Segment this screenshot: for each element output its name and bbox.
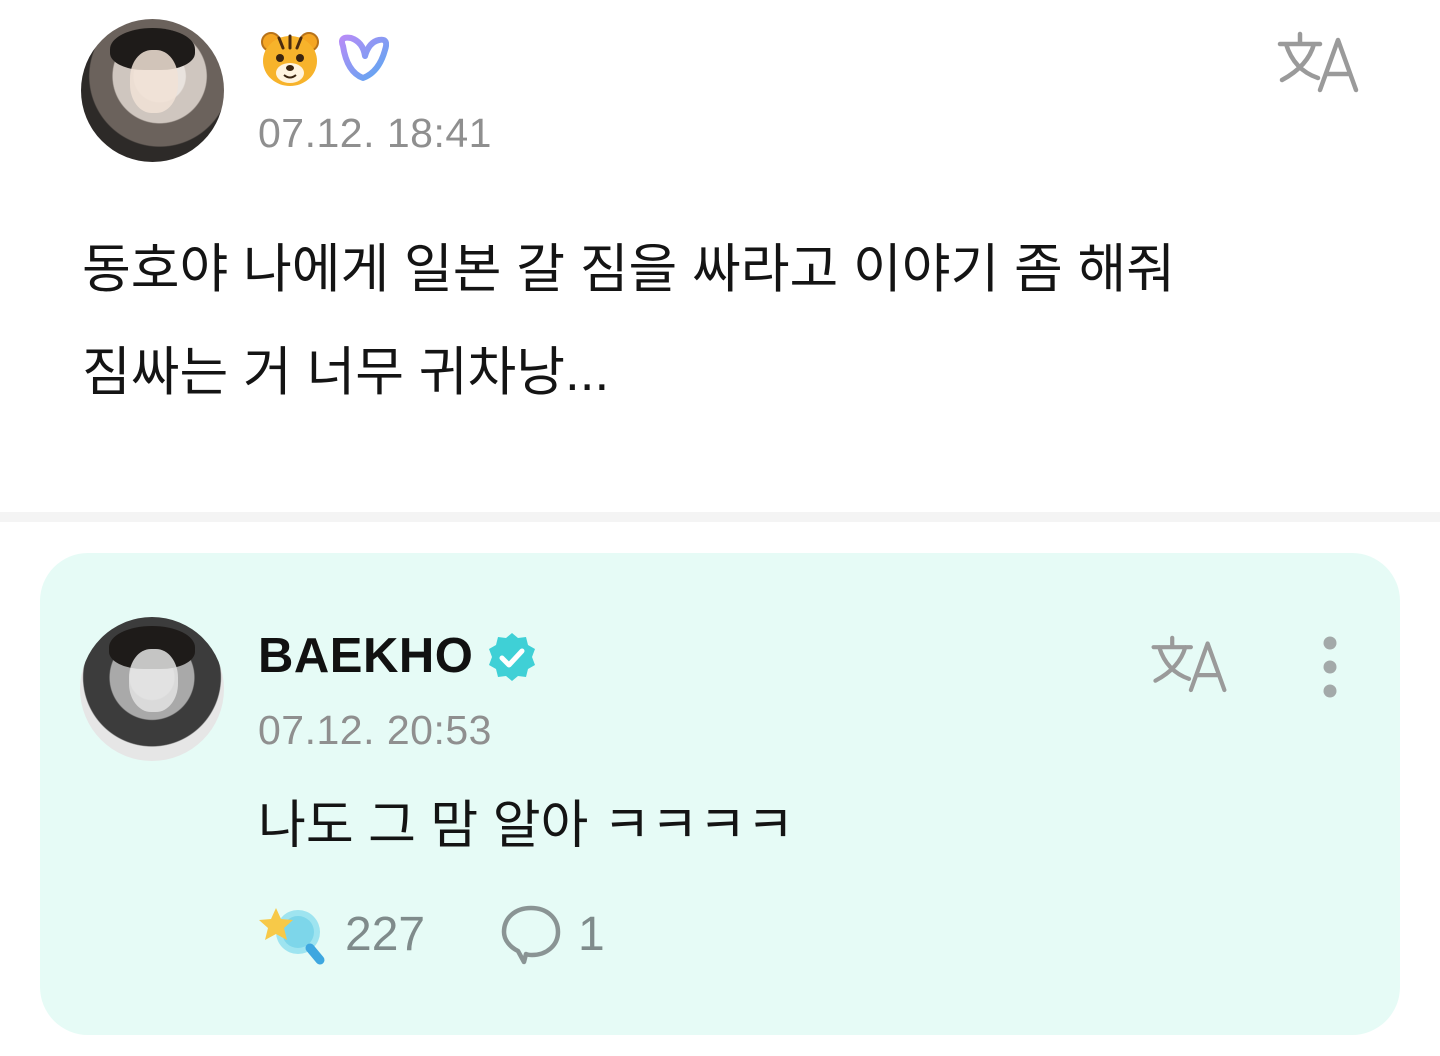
reply-timestamp: 07.12. 20:53: [258, 707, 492, 753]
artist-name[interactable]: BAEKHO: [258, 628, 473, 684]
original-post: 07.12. 18:41 동호야 나에게 일본 갈 짐을 싸라고 이야기 좀 해…: [0, 0, 1440, 512]
verified-badge-icon: [489, 633, 535, 681]
tiger-emoji-icon: [261, 32, 319, 86]
user-avatar[interactable]: [81, 19, 224, 162]
more-vertical-icon[interactable]: [1310, 633, 1350, 705]
star-lightstick-icon[interactable]: [258, 902, 328, 968]
artist-avatar[interactable]: [80, 617, 224, 761]
translate-icon[interactable]: [1148, 632, 1230, 694]
section-divider: [0, 512, 1440, 522]
post-text: 동호야 나에게 일본 갈 짐을 싸라고 이야기 좀 해줘 짐싸는 거 너무 귀차…: [82, 240, 1176, 402]
reply-text: 나도 그 맘 알아 ㅋㅋㅋㅋ: [258, 797, 795, 855]
speech-bubble-icon[interactable]: [499, 903, 563, 965]
like-count: 227: [345, 908, 426, 961]
weverse-membership-icon: [339, 34, 389, 81]
translate-icon[interactable]: [1274, 28, 1362, 94]
comment-count: 1: [578, 908, 605, 961]
post-timestamp: 07.12. 18:41: [258, 110, 492, 156]
